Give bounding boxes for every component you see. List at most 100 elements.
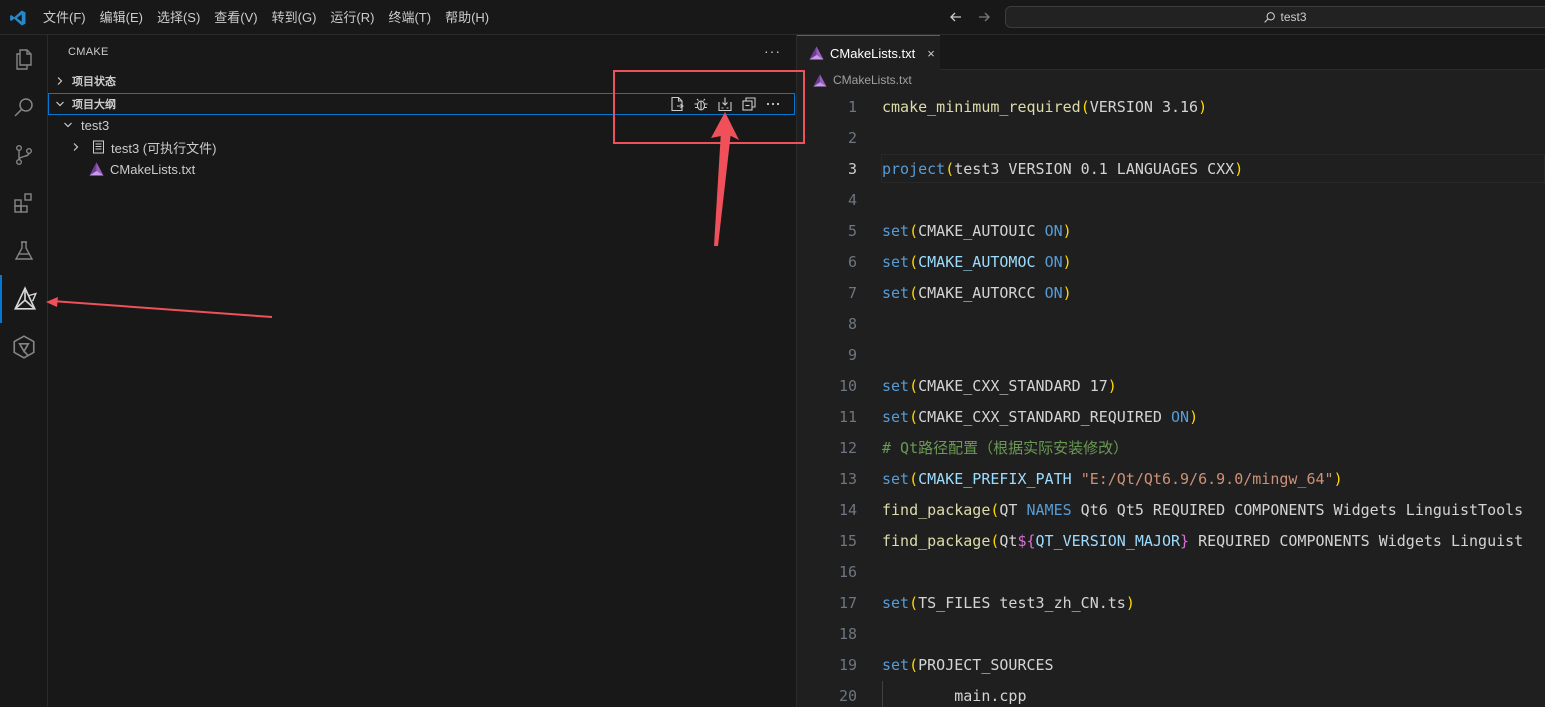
back-arrow-icon[interactable] [948,9,964,25]
code-token: ) [1198,98,1208,116]
code-token: ) [1107,377,1117,395]
code-token: ) [1062,222,1072,240]
menu-item[interactable]: 运行(R) [323,0,381,35]
menu-item[interactable]: 选择(S) [150,0,207,35]
code-token: ${ [1017,532,1036,550]
line-number: 14 [838,501,857,519]
code-text: main.cpp [882,681,1026,707]
menu-item[interactable]: 帮助(H) [438,0,496,35]
code-line[interactable]: 12 # Qt路径配置（根据实际安装修改） [797,433,1545,464]
code-token: set [882,470,910,488]
code-line[interactable]: 19 set(PROJECT_SOURCES [797,650,1545,681]
section-label: 项目状态 [72,76,116,88]
search-icon[interactable] [0,83,47,131]
code-line[interactable]: 9 [797,340,1545,371]
code-line[interactable]: 2 [797,123,1545,154]
source-control-icon[interactable] [0,131,47,179]
cmake-file-icon [88,162,104,176]
tree-item-label: test3 [81,117,110,133]
code-line[interactable]: 6 set(CMAKE_AUTOMOC ON) [797,247,1545,278]
code-token: Qt [999,532,1018,550]
code-text: # Qt路径配置（根据实际安装修改） [882,433,1128,464]
code-line[interactable]: 1 cmake_minimum_required(VERSION 3.16) [797,92,1545,123]
code-line[interactable]: 7 set(CMAKE_AUTORCC ON) [797,278,1545,309]
code-token: QT [999,501,1027,519]
cmake-icon[interactable] [0,275,47,323]
menu-item[interactable]: 编辑(E) [93,0,150,35]
line-number: 15 [838,532,857,550]
code-line[interactable]: 5 set(CMAKE_AUTOUIC ON) [797,216,1545,247]
menu-bar: 文件(F) 编辑(E) 选择(S) 查看(V) 转到(G) 运行(R) 终端(T) 帮助(H) [36,0,496,35]
more-actions-icon[interactable]: ··· [764,43,781,59]
code-line[interactable]: 11 set(CMAKE_CXX_STANDARD_REQUIRED ON) [797,402,1545,433]
code-token: CMAKE_AUTORCC [918,284,1045,302]
menu-item[interactable]: 终端(T) [381,0,438,35]
code-text: set(TS_FILES test3_zh_CN.ts) [882,588,1135,619]
code-line[interactable]: 15 find_package(Qt${QT_VERSION_MAJOR} REQ… [797,526,1545,557]
code-token: CMAKE_AUTOMOC [918,253,1036,271]
explorer-icon[interactable] [0,35,47,83]
code-token: ( [909,222,919,240]
code-line[interactable]: 20 main.cpp [797,681,1545,707]
tree-item-executable[interactable]: test3 (可执行文件) [48,136,216,158]
qt-icon[interactable] [0,323,47,371]
code-line[interactable]: 8 [797,309,1545,340]
code-line[interactable]: 3 project(test3 VERSION 0.1 LANGUAGES CXX… [797,154,1545,185]
tree-item-label: test3 (可执行文件) [111,140,217,156]
line-number: 7 [847,284,857,302]
line-number: 9 [847,346,857,364]
code-line[interactable]: 16 [797,557,1545,588]
code-token: ON [1171,408,1190,426]
code-token: set [882,656,910,674]
breadcrumb[interactable]: CMakeLists.txt [813,73,912,87]
annotation-highlight-box [613,70,805,144]
code-token: Qt6 Qt5 REQUIRED COMPONENTS Widgets Ling… [1071,501,1524,519]
code-line[interactable]: 18 [797,619,1545,650]
activity-bar [0,35,48,707]
line-number: 16 [838,563,857,581]
line-number: 17 [838,594,857,612]
tab-cmakelists[interactable]: CMakeLists.txt × [797,35,940,70]
line-number: 19 [838,656,857,674]
menu-item[interactable]: 查看(V) [207,0,264,35]
executable-file-icon [90,140,106,154]
code-token: ) [1062,284,1072,302]
code-line[interactable]: 10 set(CMAKE_CXX_STANDARD 17) [797,371,1545,402]
chevron-down-icon [60,117,76,133]
tree-item-cmakelists[interactable]: CMakeLists.txt [48,158,195,180]
menu-item[interactable]: 转到(G) [265,0,324,35]
code-token: ( [909,284,919,302]
command-center-text: test3 [1280,10,1307,24]
line-number: 8 [847,315,857,333]
close-icon[interactable]: × [927,46,935,61]
code-text: set(CMAKE_PREFIX_PATH "E:/Qt/Qt6.9/6.9.0… [882,464,1343,495]
tree-item-label: CMakeLists.txt [110,161,196,177]
code-text: find_package(Qt${QT_VERSION_MAJOR} REQUI… [882,526,1523,557]
menu-item[interactable]: 文件(F) [36,0,93,35]
code-token: ) [1234,160,1244,178]
code-editor[interactable]: 1 cmake_minimum_required(VERSION 3.16) 2 3 p… [797,92,1545,707]
code-token: ON [1044,253,1063,271]
code-token: ( [909,253,919,271]
code-line[interactable]: 14 find_package(QT NAMES Qt6 Qt5 REQUIRED… [797,495,1545,526]
code-token: CMAKE_CXX_STANDARD_REQUIRED [918,408,1171,426]
code-text: project(test3 VERSION 0.1 LANGUAGES CXX) [882,154,1243,185]
line-number: 12 [838,439,857,457]
line-number: 6 [847,253,857,271]
forward-arrow-icon[interactable] [976,9,992,25]
code-token: ON [1044,222,1063,240]
code-token: ( [909,656,919,674]
code-token: project [882,160,946,178]
code-line[interactable]: 4 [797,185,1545,216]
code-token: set [882,408,910,426]
tree-item-project[interactable]: test3 [48,114,109,136]
testing-icon[interactable] [0,227,47,275]
code-line[interactable]: 17 set(TS_FILES test3_zh_CN.ts) [797,588,1545,619]
command-center-search[interactable]: test3 [1005,6,1545,28]
code-token: ) [1189,408,1199,426]
breadcrumb-file: CMakeLists.txt [833,73,912,87]
code-line[interactable]: 13 set(CMAKE_PREFIX_PATH "E:/Qt/Qt6.9/6.9… [797,464,1545,495]
code-token: set [882,222,910,240]
extensions-icon[interactable] [0,179,47,227]
